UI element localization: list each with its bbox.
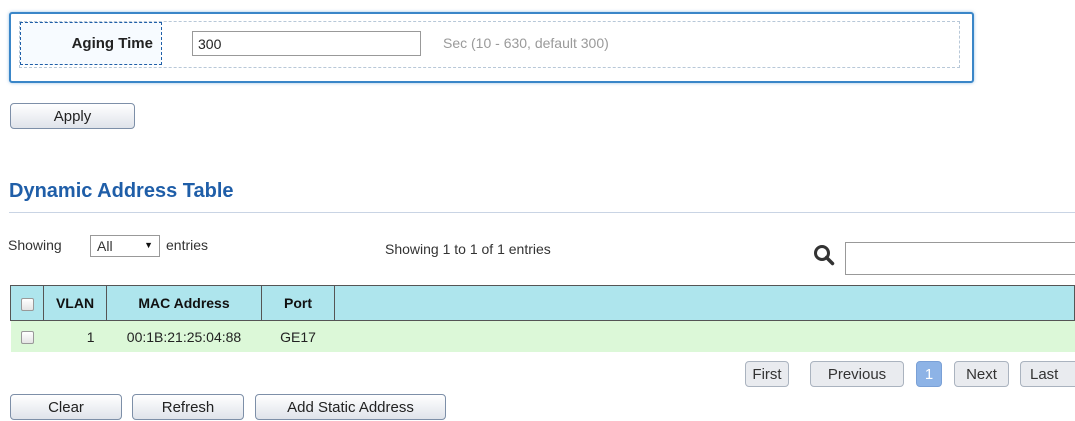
chevron-down-icon: ▼ — [144, 240, 153, 250]
pagination-next[interactable]: Next — [954, 361, 1009, 387]
search-input[interactable] — [845, 242, 1075, 275]
aging-time-label: Aging Time — [20, 22, 162, 65]
showing-label: Showing — [8, 237, 62, 253]
row-select-cell — [10, 320, 44, 352]
port-cell: GE17 — [261, 320, 335, 352]
page-size-value: All — [97, 238, 113, 254]
section-divider — [9, 212, 1075, 213]
entries-label: entries — [166, 237, 209, 253]
table-header-row: VLAN MAC Address Port — [10, 285, 1075, 321]
add-static-address-button[interactable]: Add Static Address — [255, 394, 446, 420]
row-filler — [334, 320, 1075, 352]
search-icon — [814, 245, 835, 266]
column-header-port[interactable]: Port — [261, 285, 335, 321]
vlan-cell: 1 — [43, 320, 107, 352]
column-header-filler — [334, 285, 1075, 321]
section-title: Dynamic Address Table — [9, 180, 234, 202]
pagination-previous[interactable]: Previous — [810, 361, 904, 387]
pagination-current-page[interactable]: 1 — [916, 361, 942, 387]
column-header-vlan[interactable]: VLAN — [43, 285, 107, 321]
pagination-last[interactable]: Last — [1020, 361, 1075, 387]
column-header-mac[interactable]: MAC Address — [106, 285, 262, 321]
aging-time-row: Aging Time Sec (10 - 630, default 300) — [19, 21, 960, 68]
mac-cell: 00:1B:21:25:04:88 — [106, 320, 262, 352]
refresh-button[interactable]: Refresh — [132, 394, 244, 420]
aging-time-hint: Sec (10 - 630, default 300) — [443, 35, 609, 51]
row-checkbox[interactable] — [20, 331, 34, 345]
clear-button[interactable]: Clear — [10, 394, 122, 420]
apply-button[interactable]: Apply — [10, 103, 135, 129]
page-size-select[interactable]: All ▼ — [90, 235, 160, 257]
table-row[interactable]: 1 00:1B:21:25:04:88 GE17 — [10, 320, 1075, 352]
dynamic-address-table: VLAN MAC Address Port 1 00:1B:21:25:04:8… — [10, 285, 1075, 355]
aging-time-input[interactable] — [192, 31, 421, 56]
pagination-first[interactable]: First — [745, 361, 789, 387]
entries-summary: Showing 1 to 1 of 1 entries — [385, 241, 551, 257]
select-all-checkbox[interactable] — [20, 297, 34, 311]
aging-time-panel: Aging Time Sec (10 - 630, default 300) — [9, 12, 974, 83]
select-all-cell — [10, 285, 44, 321]
